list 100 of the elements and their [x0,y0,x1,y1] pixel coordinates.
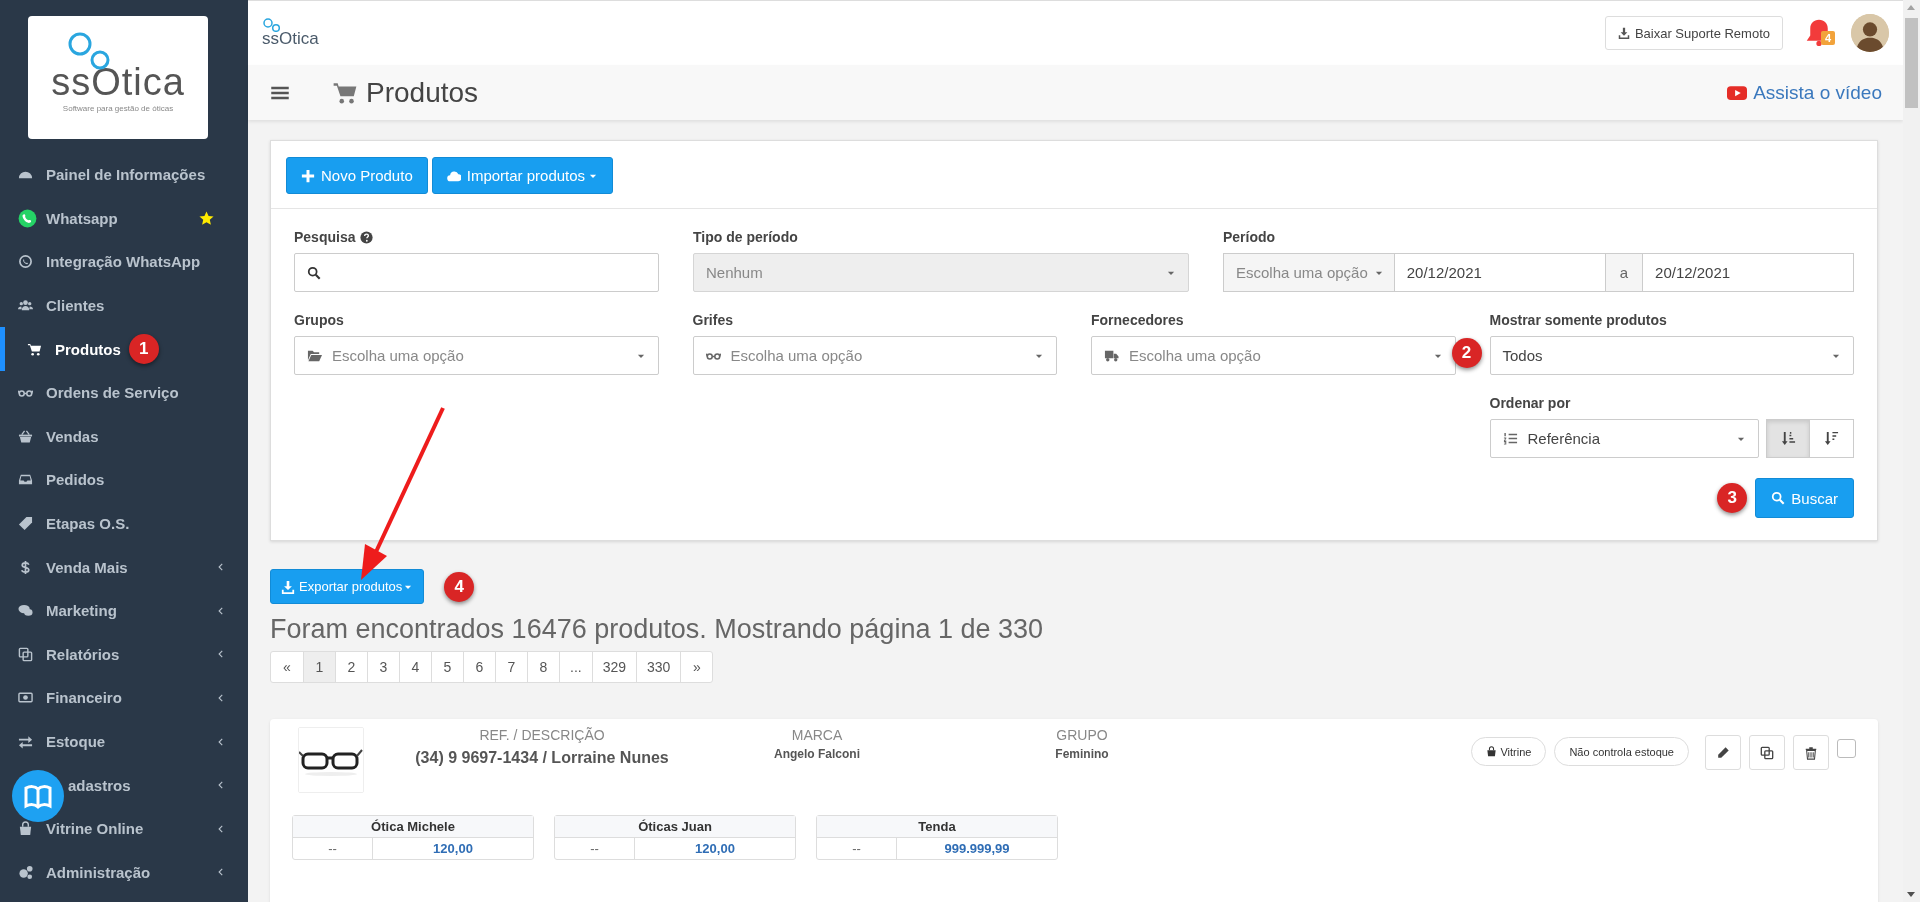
sidebar-item[interactable]: Venda Mais [0,545,248,589]
sidebar-item[interactable]: Etapas O.S. [0,501,248,546]
gears-icon [18,864,33,880]
plus-icon [301,168,315,183]
sidebar-item[interactable]: Whatsapp [0,196,248,241]
select-field[interactable]: Todos [1489,336,1854,375]
page-link[interactable]: 7 [495,652,527,682]
support-button[interactable]: Baixar Suporte Remoto [1604,16,1783,50]
field-label: Grifes [692,312,733,328]
video-link[interactable]: Assista o vídeo [1727,81,1882,104]
store-name: Ótica Michele [293,816,533,838]
page-link[interactable]: 6 [463,652,495,682]
search-icon [1771,491,1786,505]
sidebar-item[interactable]: Painel de Informações [0,153,248,197]
sidebar-item[interactable]: Estoque [0,719,248,764]
annotation-marker: 3 [1717,483,1748,513]
checkbox[interactable] [1837,739,1856,758]
store-name: Óticas Juan [555,816,795,838]
field-label: Ordenar por [1489,395,1571,411]
page-link[interactable]: 8 [527,652,559,682]
table-cell: -- [555,838,635,859]
copy-icon [18,646,33,662]
sort-descending-icon [1824,431,1839,446]
logo: ssOtica [262,17,319,49]
sort-ascending-button[interactable] [1766,419,1810,458]
sidebar-item[interactable]: Ordens de Serviço [0,370,248,415]
sort-select[interactable]: Referência [1489,419,1759,458]
table-cell-text: 120,00 [694,840,736,858]
logo: ssOtica Software para gestão de óticas [28,16,208,139]
page-link[interactable]: 4 [399,652,431,682]
date-field[interactable]: 20/12/2021 [1643,253,1854,292]
store-name: Tenda [817,816,1057,838]
numbered-list-icon [1502,431,1518,446]
search-icon [307,265,321,280]
table-cell-text: 999.999,99 [943,840,1011,858]
table-cell: -- [817,838,897,859]
sidebar-item[interactable]: Financeiro [0,676,248,720]
column-heading: REF. / DESCRIÇÃO [478,727,606,743]
product-value: (34) 9 9697-1434 / Lorraine Nunes [414,748,670,768]
delete-button[interactable] [1793,735,1829,770]
sidebar-item[interactable]: Vendas [0,414,248,459]
results-summary: Foram encontrados 16476 produtos. Mostrando página 1 de 330 [270,614,1045,645]
help-button[interactable] [12,770,64,822]
table-cell: -- [293,838,373,859]
download-icon [281,579,295,594]
page-link[interactable]: » [680,652,713,682]
sidebar-item[interactable]: Vitrine Online [0,806,248,851]
sidebar-item[interactable]: Marketing [0,588,248,633]
page-link[interactable]: 329 [591,652,637,682]
column-heading: GRUPO [1055,727,1109,743]
tag-icon [18,516,33,532]
column-heading: MARCA [790,727,844,743]
arrows-icon [18,734,33,749]
sort-descending-button[interactable] [1810,419,1854,458]
product-value: Feminino [1054,747,1110,761]
pencil-icon [1716,745,1730,760]
select-field[interactable]: Escolha uma opção [1091,336,1456,375]
sidebar-item[interactable]: Relatórios [0,632,248,677]
basket-icon [18,428,33,444]
page-link[interactable]: 1 [303,652,335,682]
page-link[interactable]: 2 [335,652,367,682]
sidebar-item[interactable]: Administração [0,850,248,895]
copy-icon [1760,745,1774,760]
select-field[interactable]: Escolha uma opção [692,336,1057,375]
field-label: Tipo de período [693,229,798,245]
sidebar-item[interactable]: adastros [0,763,248,807]
chat-icon [18,254,33,270]
copy-button[interactable] [1749,735,1785,770]
field-label: Mostrar somente produtos [1489,312,1667,328]
dollar-icon [18,559,33,575]
bag-icon [1486,746,1498,757]
select-field[interactable]: Escolha uma opção [294,336,659,375]
annotation-marker: 4 [444,571,475,602]
table-cell-text: 120,00 [432,840,474,858]
page-title: Produtos [366,76,479,109]
trash-icon [1804,745,1818,760]
page-link[interactable]: 3 [367,652,399,682]
product-value: Angelo Falconi [773,747,861,761]
sort-ascending-icon [1780,431,1796,446]
search-field[interactable] [294,253,659,292]
notification-badge: 4 [1821,31,1836,45]
sidebar-item[interactable]: Produtos 1 [0,327,248,371]
sidebar-item[interactable]: Pedidos [0,458,248,502]
page-link[interactable]: 330 [636,652,681,682]
avatar[interactable] [1851,14,1889,52]
date-field[interactable]: 20/12/2021 [1394,253,1606,292]
page-link[interactable]: ... [559,652,592,682]
comments-icon [18,603,33,619]
edit-button[interactable] [1705,735,1741,770]
folder-icon [307,348,322,363]
date-separator: a [1605,253,1644,292]
bag-icon [18,821,33,837]
sidebar-item[interactable]: Integração WhatsApp [0,240,248,284]
field-label: Pesquisa [294,229,356,245]
field-label: Período [1223,229,1276,245]
page-link[interactable]: 5 [431,652,463,682]
field-label: Fornecedores [1091,312,1184,328]
sidebar-item[interactable]: Clientes [0,283,248,328]
page-link[interactable]: « [271,652,303,682]
field-label: Grupos [294,312,344,328]
